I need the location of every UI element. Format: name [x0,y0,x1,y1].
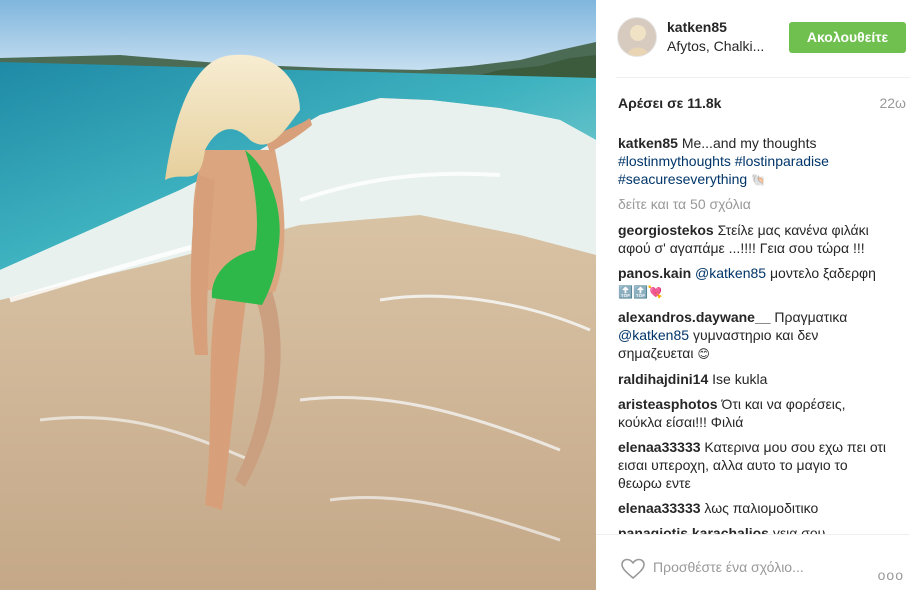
caption: katken85 Me...and my thoughts #lostinmyt… [618,134,888,189]
heart-icon[interactable] [621,558,645,580]
post-side-panel: katken85 Afytos, Chalki... Ακολουθείτε Α… [596,0,910,590]
comment: alexandros.daywane__ Πραγματικα @katken8… [618,308,888,363]
comment-bar: Προσθέστε ένα σχόλιο... ooo [596,534,910,590]
instagram-post: katken85 Afytos, Chalki... Ακολουθείτε Α… [0,0,910,590]
comment-text: λως παλιομοδιτικο [704,500,819,516]
location[interactable]: Afytos, Chalki... [667,38,777,54]
avatar[interactable] [617,17,657,57]
more-options-icon[interactable]: ooo [878,567,904,583]
view-more-comments-link[interactable]: δείτε και τα 50 σχόλια [618,195,888,213]
comment-text: Πραγματικα [774,309,848,325]
comment: elenaa33333 λως παλιομοδιτικο [618,499,888,517]
shell-emoji-icon: 🐚 [751,173,767,187]
caption-user[interactable]: katken85 [618,135,678,151]
follow-button[interactable]: Ακολουθείτε [789,22,906,53]
comment: elenaa33333 Κατερινα μου σου εχω πει οτι… [618,438,888,492]
hashtag[interactable]: #lostinparadise [735,153,829,169]
hashtag[interactable]: #lostinmythoughts [618,153,731,169]
caption-text: Me...and my thoughts [681,135,817,151]
comment-user[interactable]: aristeasphotos [618,396,718,412]
comment: aristeasphotos Ότι και να φορέσεις, κούκ… [618,395,888,431]
time-ago: 22ω [879,95,906,111]
beach-photo [0,0,596,590]
comment-user[interactable]: elenaa33333 [618,500,701,516]
comment: panos.kain @katken85 μοντελο ξαδερφη 🔝🔝💘 [618,264,888,301]
username[interactable]: katken85 [667,19,727,35]
top-heart-emoji-icon: 🔝🔝💘 [618,285,663,299]
mention-link[interactable]: @katken85 [695,265,766,281]
comment-user[interactable]: panos.kain [618,265,691,281]
avatar-photo-icon [618,18,656,56]
comment-user[interactable]: georgiostekos [618,222,714,238]
hashtag[interactable]: #seacureseverything [618,171,747,187]
comment-user[interactable]: elenaa33333 [618,439,701,455]
comment-text: Ise kukla [712,371,768,387]
post-photo[interactable] [0,0,596,590]
divider [616,77,910,78]
comment-text: μοντελο ξαδερφη [769,265,876,281]
post-header: katken85 Afytos, Chalki... Ακολουθείτε [596,0,910,77]
comment: georgiostekos Στείλε μας κανένα φιλάκι α… [618,221,888,257]
likes-row: Αρέσει σε 11.8k 22ω [618,95,906,115]
comment: raldihajdini14 Ise kukla [618,370,888,388]
comments-list: katken85 Me...and my thoughts #lostinmyt… [618,134,888,549]
comment-user[interactable]: raldihajdini14 [618,371,708,387]
comment-user[interactable]: alexandros.daywane__ [618,309,771,325]
smile-emoji-icon: 😊 [697,347,710,361]
mention-link[interactable]: @katken85 [618,327,689,343]
comment-input[interactable]: Προσθέστε ένα σχόλιο... [653,559,804,575]
likes-count[interactable]: Αρέσει σε 11.8k [618,95,721,111]
